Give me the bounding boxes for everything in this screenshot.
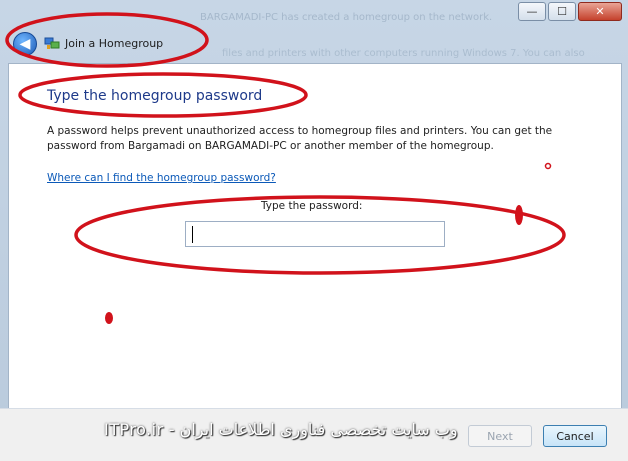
help-link[interactable]: Where can I find the homegroup password? [47, 172, 276, 184]
back-arrow-icon[interactable]: ◀ [13, 32, 37, 56]
homegroup-icon [44, 37, 60, 49]
page-title: Type the homegroup password [47, 88, 263, 104]
nav-title: Join a Homegroup [65, 37, 164, 50]
password-input[interactable] [185, 221, 445, 247]
close-button[interactable]: ✕ [578, 2, 622, 21]
next-button[interactable]: Next [468, 425, 532, 447]
background-window-title: BARGAMADI-PC has created a homegroup on … [200, 12, 493, 23]
maximize-button[interactable]: ☐ [548, 2, 576, 21]
watermark-text: وب سایت تخصصی فناوری اطلاعات ایران - ITP… [104, 420, 458, 439]
text-cursor [192, 226, 193, 243]
cancel-button[interactable]: Cancel [543, 425, 607, 447]
minimize-button[interactable]: — [518, 2, 546, 21]
password-label: Type the password: [261, 200, 363, 212]
navigation-bar: ◀ Join a Homegroup [0, 26, 628, 64]
caption-buttons: — ☐ ✕ [518, 2, 622, 21]
homegroup-window: BARGAMADI-PC has created a homegroup on … [0, 0, 628, 461]
description-text: A password helps prevent unauthorized ac… [47, 125, 553, 152]
content-panel: Type the homegroup password A password h… [8, 63, 622, 410]
